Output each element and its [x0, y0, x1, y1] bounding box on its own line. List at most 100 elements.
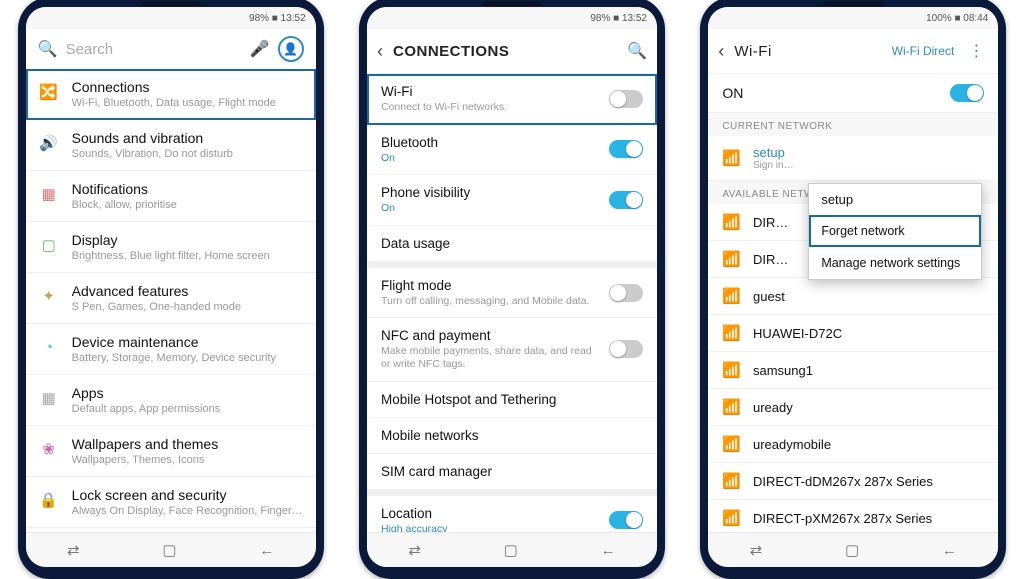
android-nav-bar: ⇄ ▢ ← [708, 532, 998, 567]
current-network[interactable]: 📶setupSign in… [708, 136, 998, 181]
settings-item-title: Apps [72, 385, 304, 401]
connections-item-location[interactable]: LocationHigh accuracy [367, 496, 657, 532]
back-icon[interactable]: ‹ [718, 41, 724, 62]
settings-item-subtitle: Always On Display, Face Recognition, Fin… [72, 505, 304, 517]
connections-item-wi-fi[interactable]: Wi-Fi Connect to Wi-Fi networks. [367, 74, 657, 125]
settings-item-title: Lock screen and security [72, 487, 304, 503]
phone-wifi: 100% ■ 08:44 ‹ Wi-Fi Wi-Fi Direct ⋮ ON C… [700, 0, 1006, 579]
connections-item-phone-visibility[interactable]: Phone visibility On [367, 175, 657, 226]
settings-item-apps[interactable]: ▦AppsDefault apps, App permissions [26, 375, 316, 426]
phone-settings: 98% ■ 13:52 🔍 Search 🎤 👤 🔀 Connections Wi-… [18, 0, 324, 579]
settings-item-title: Display [72, 232, 304, 248]
search-icon[interactable]: 🔍 [627, 41, 647, 61]
home-button[interactable]: ▢ [162, 541, 176, 559]
wifi-icon: 📶 [722, 250, 741, 268]
item-subtitle: Connect to Wi-Fi networks. [381, 101, 599, 114]
connections-item-mobile-hotspot-and-tethering[interactable]: Mobile Hotspot and Tethering [367, 382, 657, 418]
recents-button[interactable]: ⇄ [67, 541, 80, 559]
item-title: Bluetooth [381, 135, 599, 150]
settings-search-bar[interactable]: 🔍 Search 🎤 👤 [26, 29, 316, 69]
wifi-icon: 📶 [722, 149, 741, 167]
settings-item-icon: 🔀 [38, 81, 60, 103]
wifi-header: ‹ Wi-Fi Wi-Fi Direct ⋮ [708, 29, 998, 74]
back-icon[interactable]: ‹ [377, 41, 383, 62]
connections-item-mobile-networks[interactable]: Mobile networks [367, 418, 657, 454]
item-toggle[interactable] [609, 140, 643, 158]
settings-item-subtitle: Wi-Fi, Bluetooth, Data usage, Flight mod… [72, 97, 304, 109]
phone-connections: 98% ■ 13:52 ‹ CONNECTIONS 🔍 Wi-Fi Connect… [359, 0, 665, 579]
item-toggle[interactable] [609, 511, 643, 529]
settings-item-title: Connections [72, 79, 304, 95]
popup-title: setup [809, 184, 981, 215]
item-title: Mobile networks [381, 428, 643, 443]
more-icon[interactable]: ⋮ [964, 41, 988, 61]
wifi-icon: 📶 [722, 435, 741, 453]
connections-item-bluetooth[interactable]: Bluetooth On [367, 125, 657, 176]
settings-item-display[interactable]: ▢DisplayBrightness, Blue light filter, H… [26, 222, 316, 273]
item-toggle[interactable] [609, 191, 643, 209]
account-icon[interactable]: 👤 [278, 36, 304, 62]
available-network[interactable]: 📶DIRECT-pXM267x 287x Series [708, 500, 998, 532]
item-title: Data usage [381, 236, 643, 251]
settings-item-lock-screen-and-security[interactable]: 🔒Lock screen and securityAlways On Displ… [26, 477, 316, 528]
item-toggle[interactable] [609, 90, 643, 108]
wifi-direct-link[interactable]: Wi-Fi Direct [892, 44, 955, 58]
home-button[interactable]: ▢ [504, 541, 518, 559]
android-nav-bar: ⇄ ▢ ← [26, 532, 316, 567]
item-subtitle: On [381, 152, 599, 165]
settings-item-device-maintenance[interactable]: ◔ Device maintenance Battery, Storage, Mem… [26, 324, 316, 375]
available-network[interactable]: 📶uready [708, 389, 998, 426]
item-toggle[interactable] [609, 284, 643, 302]
network-name: DIR… [753, 215, 788, 230]
item-title: Phone visibility [381, 185, 599, 200]
back-button[interactable]: ← [259, 542, 274, 559]
settings-item-wallpapers-and-themes[interactable]: ❀Wallpapers and themesWallpapers, Themes… [26, 426, 316, 477]
item-subtitle: Turn off calling, messaging, and Mobile … [381, 295, 599, 308]
available-network[interactable]: 📶samsung1 [708, 352, 998, 389]
settings-item-advanced-features[interactable]: ✦Advanced featuresS Pen, Games, One-hand… [26, 273, 316, 324]
settings-item-title: Wallpapers and themes [72, 436, 304, 452]
recents-button[interactable]: ⇄ [750, 541, 763, 559]
wifi-icon: 📶 [722, 472, 741, 490]
popup-manage-settings[interactable]: Manage network settings [809, 247, 981, 279]
header-title: CONNECTIONS [393, 43, 617, 60]
connections-item-nfc-and-payment[interactable]: NFC and paymentMake mobile payments, sha… [367, 318, 657, 381]
settings-item-connections[interactable]: 🔀 Connections Wi-Fi, Bluetooth, Data usage… [26, 69, 316, 120]
available-network[interactable]: 📶 ureadymobile [708, 426, 998, 463]
home-button[interactable]: ▢ [845, 541, 859, 559]
connections-header: ‹ CONNECTIONS 🔍 [367, 29, 657, 74]
back-button[interactable]: ← [942, 542, 957, 559]
settings-item-title: Sounds and vibration [72, 130, 304, 146]
item-subtitle: On [381, 202, 599, 215]
network-name: ureadymobile [753, 437, 831, 452]
popup-forget-network[interactable]: Forget network [809, 215, 981, 247]
settings-item-subtitle: Wallpapers, Themes, Icons [72, 454, 304, 466]
recents-button[interactable]: ⇄ [408, 541, 421, 559]
network-name: samsung1 [753, 363, 813, 378]
back-button[interactable]: ← [601, 542, 616, 559]
available-network[interactable]: 📶DIRECT-dDM267x 287x Series [708, 463, 998, 500]
wifi-master-toggle[interactable] [950, 84, 984, 102]
settings-item-icon: ✦ [38, 285, 60, 307]
search-placeholder: Search [66, 41, 242, 58]
settings-item-title: Device maintenance [72, 334, 304, 350]
mic-icon[interactable]: 🎤 [250, 39, 270, 59]
wifi-icon: 📶 [722, 398, 741, 416]
item-toggle[interactable] [609, 340, 643, 358]
settings-item-notifications[interactable]: ▦NotificationsBlock, allow, prioritise [26, 171, 316, 222]
wifi-master-toggle-row[interactable]: ON [708, 74, 998, 113]
network-name: DIR… [753, 252, 788, 267]
connections-item-flight-mode[interactable]: Flight modeTurn off calling, messaging, … [367, 268, 657, 319]
status-text: 98% ■ 13:52 [590, 13, 647, 24]
available-network[interactable]: 📶HUAWEI-D72C [708, 315, 998, 352]
status-bar: 98% ■ 13:52 [26, 7, 316, 29]
settings-item-subtitle: Default apps, App permissions [72, 403, 304, 415]
item-title: Wi-Fi [381, 84, 599, 99]
connections-item-data-usage[interactable]: Data usage [367, 226, 657, 262]
settings-item-sounds-and-vibration[interactable]: 🔊Sounds and vibrationSounds, Vibration, … [26, 120, 316, 171]
settings-item-subtitle: Battery, Storage, Memory, Device securit… [72, 352, 304, 364]
connections-item-sim-card-manager[interactable]: SIM card manager [367, 454, 657, 490]
available-network[interactable]: 📶guest [708, 278, 998, 315]
settings-item-subtitle: S Pen, Games, One-handed mode [72, 301, 304, 313]
settings-item-icon: ◔ [38, 336, 60, 358]
